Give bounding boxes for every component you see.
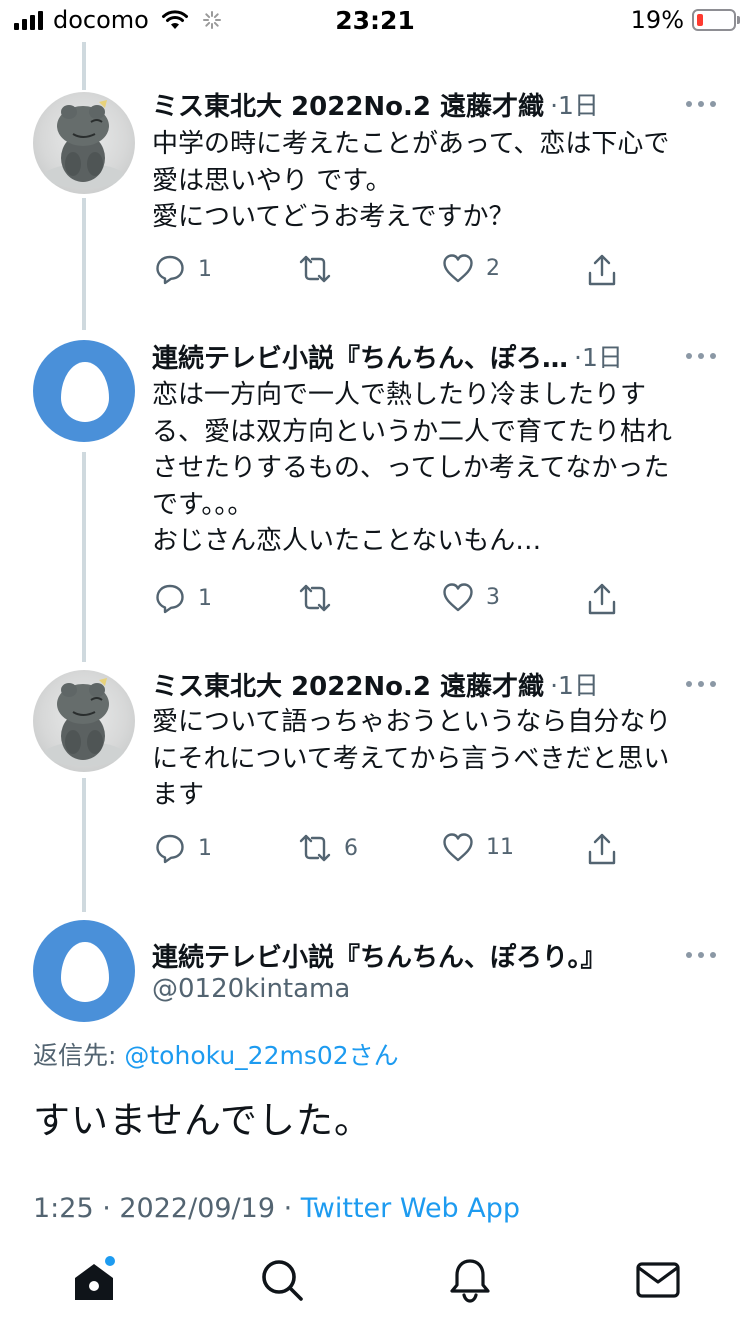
tweet-item[interactable]: ミス東北大 2022No.2 遠藤才織 ·1日 愛について語っちゃおうというなら…	[0, 660, 750, 910]
retweet-button[interactable]: 6	[298, 832, 358, 864]
more-options-icon[interactable]	[686, 353, 716, 361]
default-egg-avatar-icon	[61, 362, 109, 422]
notifications-icon	[450, 1259, 490, 1303]
avatar[interactable]	[33, 340, 135, 442]
tab-bar	[0, 1240, 750, 1334]
tweet-text: 中学の時に考えたことがあって、恋は下心で 愛は思いやり です。 愛についてどうお…	[152, 129, 670, 232]
retweet-count: 6	[344, 835, 358, 861]
more-options-icon[interactable]	[686, 101, 716, 109]
share-icon	[588, 583, 616, 615]
tweet-header: ミス東北大 2022No.2 遠藤才織 ·1日	[152, 666, 710, 702]
default-egg-avatar-icon	[61, 942, 109, 1002]
tweet-timestamp: 1:25 · 2022/09/19 ·	[33, 1193, 301, 1224]
tweet-text: 愛について語っちゃおうというなら自分なり にそれについて考えてから言うべきだと思…	[152, 707, 672, 810]
like-button[interactable]: 11	[442, 832, 514, 862]
frog-plush-avatar-image	[44, 678, 124, 766]
share-button[interactable]	[586, 832, 618, 866]
retweet-icon	[299, 584, 331, 612]
reply-button[interactable]: 1	[154, 832, 212, 864]
tab-notifications[interactable]	[446, 1256, 494, 1304]
tweet-actions: 1 6 11	[150, 832, 630, 872]
messages-icon	[636, 1262, 680, 1298]
source-app-link[interactable]: Twitter Web App	[301, 1193, 520, 1224]
tweet-header: 連続テレビ小説『ちんちん、ぽろり。』	[152, 937, 710, 973]
tweet-age: ·1日	[550, 91, 599, 120]
more-options-icon[interactable]	[686, 952, 716, 960]
share-button[interactable]	[586, 253, 618, 287]
tweet-item[interactable]: ミス東北大 2022No.2 遠藤才織 ·1日 中学の時に考えたことがあって、恋…	[0, 0, 750, 330]
tweet-age: ·1日	[550, 671, 599, 700]
focal-tweet: 連続テレビ小説『ちんちん、ぽろり。』 @0120kintama 返信先: @to…	[0, 910, 750, 1240]
tab-search[interactable]	[258, 1256, 306, 1304]
tweet-actions: 1 3	[150, 582, 630, 622]
tweet-text: 恋は一方向で一人で熱したり冷ましたりす る、愛は双方向というか二人で育てたり枯れ…	[152, 380, 673, 556]
share-icon	[588, 254, 616, 286]
search-icon	[262, 1260, 303, 1301]
share-icon	[588, 833, 616, 865]
retweet-button[interactable]	[298, 253, 344, 285]
avatar[interactable]	[33, 920, 135, 1022]
reply-prefix: 返信先:	[33, 1041, 125, 1070]
tab-messages[interactable]	[634, 1256, 682, 1304]
author-name[interactable]: 連続テレビ小説『ちんちん、ぽろ…	[152, 338, 568, 375]
reply-count: 1	[198, 256, 212, 282]
author-handle[interactable]: @0120kintama	[152, 974, 350, 1004]
retweet-icon	[299, 255, 331, 283]
tab-home[interactable]	[70, 1256, 118, 1304]
heart-icon	[443, 254, 473, 283]
like-count: 2	[486, 255, 500, 281]
reply-mention-link[interactable]: @tohoku_22ms02	[124, 1041, 348, 1070]
frog-plush-avatar-image	[44, 100, 124, 188]
tweet-header: 連続テレビ小説『ちんちん、ぽろ… ·1日	[152, 338, 710, 374]
reply-icon	[156, 255, 184, 285]
share-button[interactable]	[586, 582, 618, 616]
notification-dot	[105, 1256, 115, 1266]
reply-suffix[interactable]: さん	[349, 1041, 399, 1070]
reply-icon	[156, 584, 184, 614]
tweet-actions: 1 2	[150, 253, 630, 293]
author-name[interactable]: 連続テレビ小説『ちんちん、ぽろり。』	[152, 937, 606, 974]
like-button[interactable]: 2	[442, 253, 500, 283]
avatar[interactable]	[33, 92, 135, 194]
retweet-icon	[299, 834, 331, 862]
heart-icon	[443, 833, 473, 862]
author-name[interactable]: ミス東北大 2022No.2 遠藤才織	[152, 666, 544, 703]
author-name[interactable]: ミス東北大 2022No.2 遠藤才織	[152, 86, 544, 123]
heart-icon	[443, 583, 473, 612]
tweet-age: ·1日	[574, 343, 623, 372]
like-button[interactable]: 3	[442, 582, 500, 612]
more-options-icon[interactable]	[686, 681, 716, 689]
reply-icon	[156, 834, 184, 864]
tweet-header: ミス東北大 2022No.2 遠藤才織 ·1日	[152, 86, 710, 122]
avatar[interactable]	[33, 670, 135, 772]
reply-context: 返信先: @tohoku_22ms02さん	[33, 1036, 399, 1072]
reply-count: 1	[198, 835, 212, 861]
reply-button[interactable]: 1	[154, 582, 212, 614]
tweet-timestamp-line: 1:25 · 2022/09/19 · Twitter Web App	[33, 1193, 520, 1224]
like-count: 11	[486, 834, 514, 860]
tweet-text: すいませんでした。	[33, 1099, 373, 1142]
reply-count: 1	[198, 585, 212, 611]
tweet-item[interactable]: 連続テレビ小説『ちんちん、ぽろ… ·1日 恋は一方向で一人で熱したり冷ましたりす…	[0, 330, 750, 660]
retweet-button[interactable]	[298, 582, 344, 614]
reply-button[interactable]: 1	[154, 253, 212, 285]
like-count: 3	[486, 584, 500, 610]
